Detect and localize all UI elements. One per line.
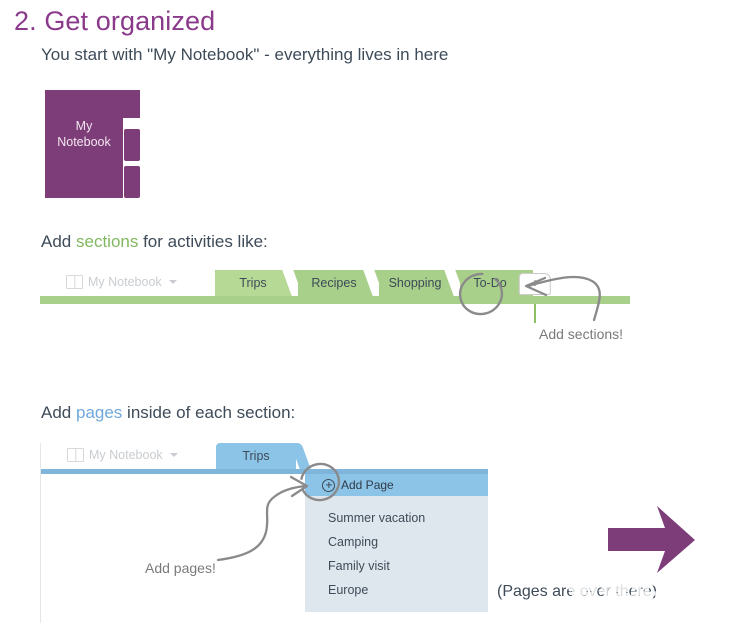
section-tab-strip: Trips Recipes Shopping To-Do + bbox=[215, 270, 551, 296]
purple-right-arrow bbox=[608, 506, 695, 573]
section-tab-todo[interactable]: To-Do bbox=[460, 270, 520, 296]
annotation-pages-over-there: (Pages are over there) bbox=[497, 583, 658, 600]
notebook-icon bbox=[67, 448, 84, 462]
notebook-illustration: My Notebook bbox=[45, 90, 140, 198]
chevron-down-icon bbox=[168, 280, 177, 284]
notebook-tab-middle bbox=[124, 129, 140, 161]
prompt-add-pages: Add pages inside of each section: bbox=[41, 403, 295, 423]
notebook-label-line1: My bbox=[75, 119, 93, 133]
page-title: 2. Get organized bbox=[14, 6, 216, 36]
pages-notebook-label: My Notebook bbox=[89, 448, 163, 462]
list-item[interactable]: Summer vacation bbox=[305, 506, 488, 530]
page-list-bottom-spacer bbox=[305, 602, 488, 612]
list-item[interactable]: Camping bbox=[305, 530, 488, 554]
list-item[interactable]: Family visit bbox=[305, 554, 488, 578]
sections-notebook-dropdown[interactable]: My Notebook bbox=[58, 270, 185, 294]
add-section-drop-line bbox=[534, 304, 536, 323]
plus-circle-icon bbox=[322, 478, 335, 492]
prompt-sections-after: for activities like: bbox=[138, 232, 268, 251]
list-item[interactable]: Europe bbox=[305, 578, 488, 602]
pages-notebook-dropdown[interactable]: My Notebook bbox=[59, 443, 186, 467]
page-list-spacer bbox=[305, 496, 488, 506]
chevron-down-icon bbox=[169, 453, 178, 457]
prompt-pages-after: inside of each section: bbox=[122, 403, 296, 422]
annotation-add-sections-label: Add sections! bbox=[539, 326, 624, 342]
add-page-button[interactable]: Add Page bbox=[305, 474, 488, 496]
sections-rail bbox=[40, 296, 630, 304]
page-list-panel: Add Page Summer vacation Camping Family … bbox=[305, 474, 488, 612]
prompt-sections-highlight: sections bbox=[75, 232, 139, 251]
prompt-pages-before: Add bbox=[41, 403, 76, 422]
add-page-label: Add Page bbox=[341, 478, 394, 492]
section-tab-shopping[interactable]: Shopping bbox=[379, 270, 451, 296]
annotation-add-pages-label: Add pages! bbox=[145, 560, 216, 576]
pages-navigation-demo: My Notebook Trips Add Page Summer vacati… bbox=[40, 443, 488, 623]
notebook-tab-top bbox=[120, 90, 140, 118]
notebook-label: My Notebook bbox=[45, 118, 123, 150]
notebook-tab-bottom bbox=[124, 166, 140, 198]
sections-notebook-label: My Notebook bbox=[88, 275, 162, 289]
prompt-sections-before: Add bbox=[41, 232, 76, 251]
notebook-icon bbox=[66, 275, 83, 289]
prompt-pages-highlight: pages bbox=[75, 403, 123, 422]
prompt-add-sections: Add sections for activities like: bbox=[41, 232, 268, 252]
section-tab-trips[interactable]: Trips bbox=[215, 270, 291, 296]
section-tab-recipes[interactable]: Recipes bbox=[298, 270, 370, 296]
section-tab-trips-label: Trips bbox=[242, 449, 270, 463]
page-subtitle: You start with "My Notebook" - everythin… bbox=[41, 45, 449, 64]
add-section-button[interactable]: + bbox=[518, 272, 551, 296]
notebook-label-line2: Notebook bbox=[57, 135, 111, 149]
